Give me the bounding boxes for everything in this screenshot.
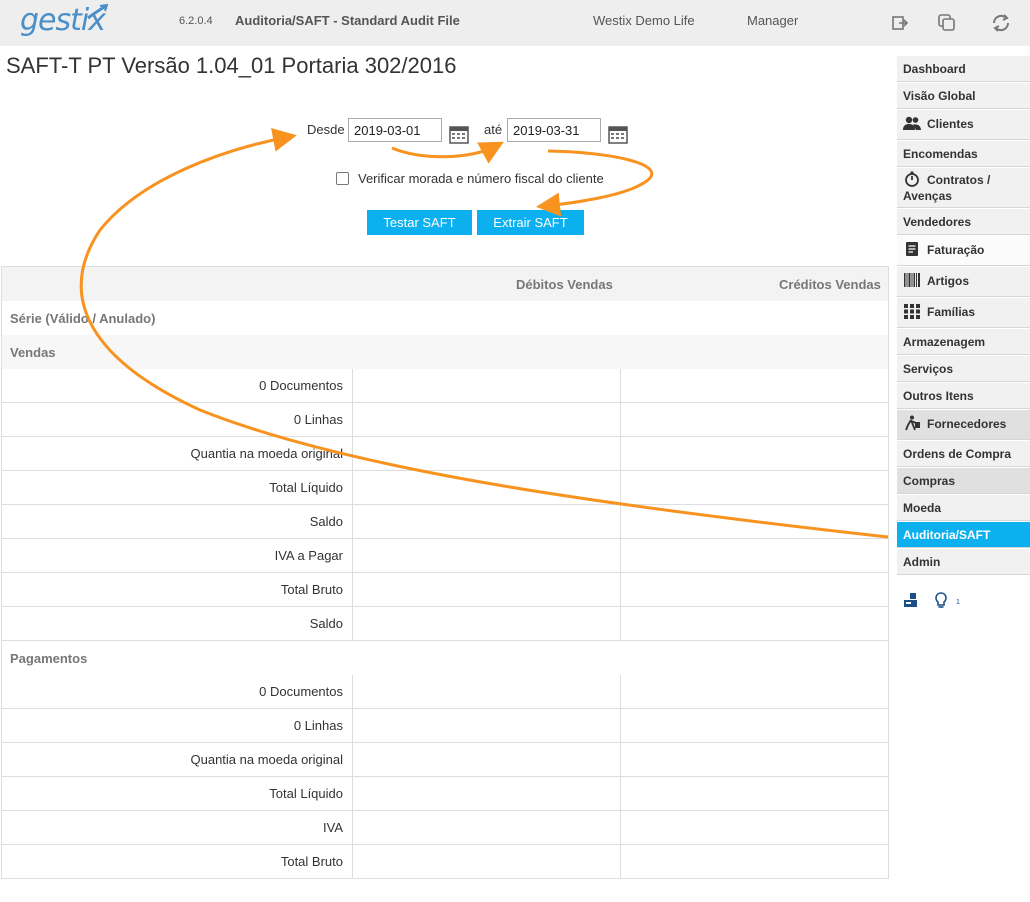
sidebar-item-fornecedores[interactable]: Fornecedores	[897, 410, 1030, 440]
sidebar-item-admin[interactable]: Admin	[897, 549, 1030, 575]
test-saft-button[interactable]: Testar SAFT	[367, 210, 472, 235]
arrow-to-to-date	[391, 141, 504, 164]
table-row: 0 Linhas	[2, 402, 889, 437]
sidebar-item-visao-global[interactable]: Visão Global	[897, 83, 1030, 109]
sidebar-item-encomendas[interactable]: Encomendas	[897, 141, 1030, 167]
sidebar-item-servicos[interactable]: Serviços	[897, 356, 1030, 382]
table-row: Total Bruto	[2, 844, 889, 879]
from-date-input[interactable]	[348, 118, 442, 142]
extract-saft-button[interactable]: Extrair SAFT	[477, 210, 584, 235]
table-row: 0 Documentos	[2, 674, 889, 709]
verify-address-label: Verificar morada e número fiscal do clie…	[358, 171, 604, 186]
logo-swoosh-icon	[87, 4, 108, 20]
header-debits: Débitos Vendas	[516, 277, 613, 292]
sidebar-menu: Dashboard Visão Global Clientes Encomend…	[897, 56, 1030, 576]
sidebar-item-moeda[interactable]: Moeda	[897, 495, 1030, 521]
table-row: Total Líquido	[2, 470, 889, 505]
sidebar-item-outros-itens[interactable]: Outros Itens	[897, 383, 1030, 409]
grid-icon	[904, 304, 920, 319]
to-label: até	[484, 122, 503, 137]
verify-address-checkbox[interactable]	[336, 172, 349, 185]
stopwatch-icon	[905, 171, 919, 187]
table-row: Saldo	[2, 606, 889, 641]
table-row: 0 Linhas	[2, 708, 889, 743]
table-header: Débitos Vendas Créditos Vendas	[2, 267, 889, 301]
calendar-icon[interactable]	[449, 124, 469, 144]
copy-window-icon[interactable]	[936, 12, 958, 34]
company-name[interactable]: Westix Demo Life	[593, 13, 695, 28]
sidebar-item-auditoria-saft[interactable]: Auditoria/SAFT	[897, 522, 1030, 548]
top-bar: gestix 6.2.0.4 Auditoria/SAFT - Standard…	[0, 0, 1030, 46]
sidebar-item-dashboard[interactable]: Dashboard	[897, 56, 1030, 82]
lightbulb-icon[interactable]	[933, 592, 949, 610]
table-row: Quantia na moeda original	[2, 742, 889, 777]
table-row: Total Bruto	[2, 572, 889, 607]
barcode-icon	[904, 273, 920, 287]
calendar-icon[interactable]	[608, 124, 628, 144]
sidebar-item-clientes[interactable]: Clientes	[897, 110, 1030, 140]
section-vendas: Vendas	[2, 335, 889, 369]
to-date-input[interactable]	[507, 118, 601, 142]
notification-count: 1	[956, 599, 960, 606]
sidebar-item-armazenagem[interactable]: Armazenagem	[897, 329, 1030, 355]
table-row: Total Líquido	[2, 776, 889, 811]
series-row: Série (Válido / Anulado)	[2, 301, 889, 335]
app-version: 6.2.0.4	[179, 15, 213, 27]
table-row: 0 Documentos	[2, 368, 889, 403]
table-row: Quantia na moeda original	[2, 436, 889, 471]
document-icon	[906, 242, 918, 256]
user-role[interactable]: Manager	[747, 13, 798, 28]
table-row: IVA	[2, 810, 889, 845]
sidebar-item-vendedores[interactable]: Vendedores	[897, 209, 1030, 235]
table-row: Saldo	[2, 504, 889, 539]
logout-icon[interactable]	[889, 12, 911, 34]
sidebar-item-ordens-compra[interactable]: Ordens de Compra	[897, 441, 1030, 467]
users-icon	[903, 116, 921, 130]
page-title: SAFT-T PT Versão 1.04_01 Portaria 302/20…	[6, 53, 457, 78]
register-icon[interactable]	[903, 592, 919, 608]
refresh-icon[interactable]	[990, 12, 1012, 34]
sidebar-item-compras[interactable]: Compras	[897, 468, 1030, 494]
header-credits: Créditos Vendas	[779, 277, 881, 292]
sidebar-item-artigos[interactable]: Artigos	[897, 267, 1030, 297]
sidebar-item-familias[interactable]: Famílias	[897, 298, 1030, 328]
porter-icon	[905, 415, 920, 431]
module-title: Auditoria/SAFT - Standard Audit File	[235, 13, 460, 28]
from-label: Desde	[307, 122, 345, 137]
section-pagamentos: Pagamentos	[2, 641, 889, 675]
table-row: IVA a Pagar	[2, 538, 889, 573]
saft-summary-table: Débitos Vendas Créditos Vendas Série (Vá…	[1, 266, 889, 879]
sidebar-item-faturacao[interactable]: Faturação	[897, 236, 1030, 266]
sidebar-item-contratos[interactable]: Contratos / Avenças	[897, 168, 1030, 208]
